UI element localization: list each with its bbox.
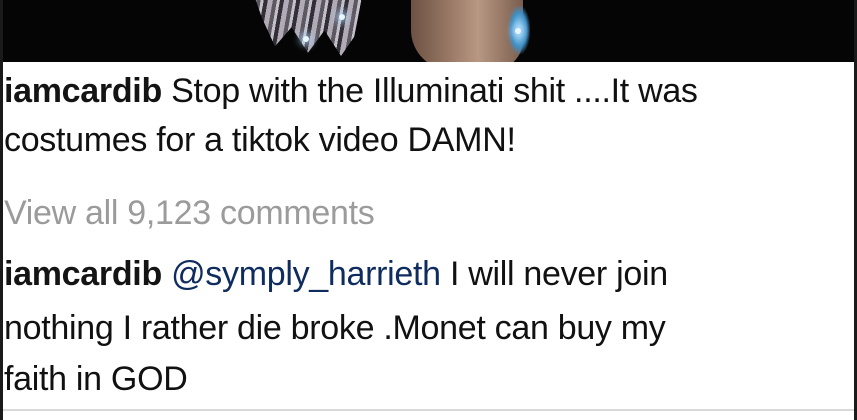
comment-mention-link[interactable]: @symply_harrieth (171, 255, 441, 293)
caption-line-2: costumes for a tiktok video DAMN! (4, 120, 516, 160)
sparkle-icon (515, 28, 521, 34)
caption-text-1: Stop with the Illuminati shit ....It was (171, 72, 698, 110)
comment-line-2: nothing I rather die broke .Monet can bu… (4, 308, 666, 348)
view-all-comments-link[interactable]: View all 9,123 comments (4, 193, 375, 233)
divider (3, 409, 854, 411)
caption-username[interactable]: iamcardib (4, 72, 162, 110)
costume-fringe (253, 0, 363, 56)
comment-text-3: faith in GOD (4, 360, 188, 398)
comment-text-2: nothing I rather die broke .Monet can bu… (4, 309, 666, 347)
caption-text-2: costumes for a tiktok video DAMN! (4, 121, 516, 159)
comment-text-1: I will never join (449, 255, 668, 293)
comment-line-3: faith in GOD (4, 359, 188, 399)
figure-leg (411, 0, 523, 62)
sparkle-icon (339, 14, 345, 20)
sparkle-icon (303, 36, 309, 42)
comment-username[interactable]: iamcardib (4, 255, 162, 293)
post-media[interactable] (3, 0, 854, 62)
caption-line-1: iamcardib Stop with the Illuminati shit … (4, 71, 698, 111)
comment-line-1: iamcardib @symply_harrieth I will never … (4, 254, 668, 294)
